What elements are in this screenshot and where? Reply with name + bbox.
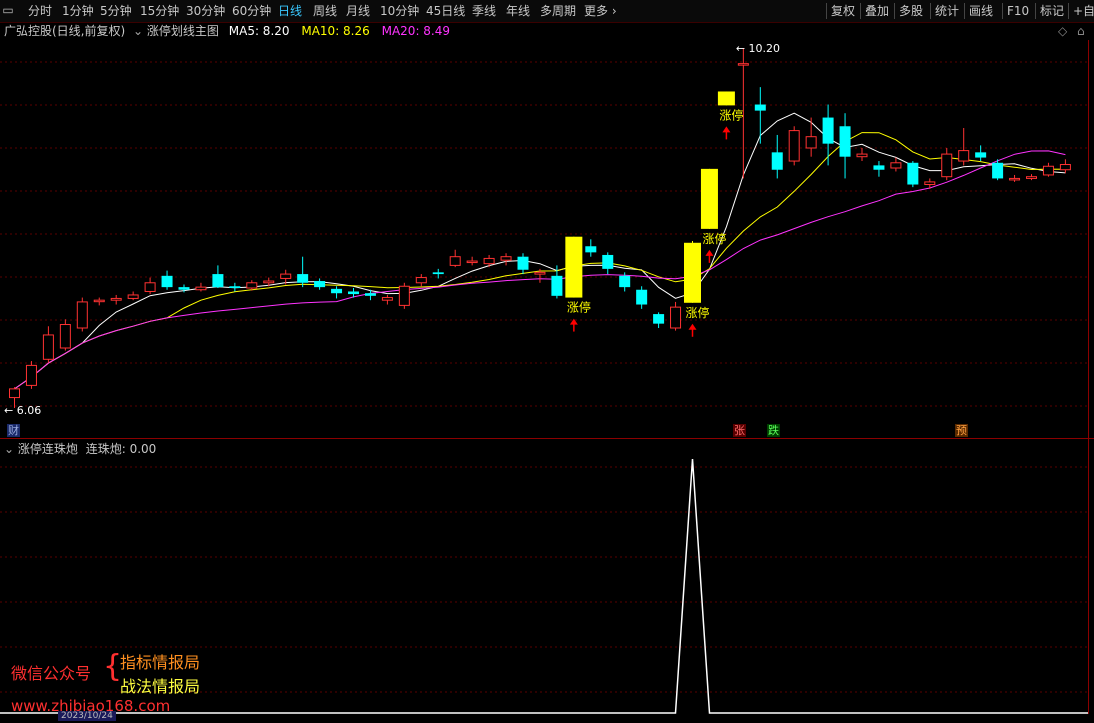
candle-body-30 xyxy=(517,256,529,270)
candle-body-35 xyxy=(602,254,614,269)
candle-body-61 xyxy=(1042,165,1054,176)
candle-body-50 xyxy=(856,153,868,158)
candle-body-56 xyxy=(958,150,970,162)
candle-body-42 xyxy=(717,91,735,106)
candle-body-49 xyxy=(839,126,851,157)
limit-up-label-1: 涨停 xyxy=(686,305,710,320)
candle-body-41 xyxy=(700,168,718,229)
candle-body-54 xyxy=(924,181,936,186)
limit-up-label-3: 涨停 xyxy=(719,107,743,122)
candle-body-46 xyxy=(788,130,800,162)
candle-body-16 xyxy=(280,273,292,279)
candle-body-10 xyxy=(178,287,190,290)
candle-body-51 xyxy=(873,165,885,170)
limit-up-arrow-head-1 xyxy=(688,323,697,330)
candle-body-2 xyxy=(42,334,54,360)
kline-chart[interactable]: 涨停 涨停涨停涨停← 10.20← 6.06 xyxy=(0,0,1094,723)
candle-body-34 xyxy=(585,246,597,253)
candle-body-31 xyxy=(534,271,546,275)
candle-body-59 xyxy=(1009,177,1021,181)
candle-body-22 xyxy=(381,297,393,301)
candle-body-20 xyxy=(348,291,359,295)
high-price-label: ← 10.20 xyxy=(736,42,780,55)
candle-body-45 xyxy=(771,152,783,170)
limit-up-label-0: 涨停 xyxy=(567,300,591,315)
date-strip-label: 2023/10/24 xyxy=(58,711,116,721)
candle-body-58 xyxy=(992,162,1004,179)
candle-body-53 xyxy=(907,162,919,185)
candle-body-57 xyxy=(975,152,987,158)
date-strip: 2023/10/24 xyxy=(0,711,1094,723)
candle-body-38 xyxy=(653,314,665,324)
candle-body-4 xyxy=(76,301,88,329)
candle-body-25 xyxy=(432,272,444,275)
ma5-line xyxy=(14,112,1066,390)
watermark-wechat: 微信公众号 xyxy=(11,664,92,683)
candle-body-18 xyxy=(314,281,326,288)
candle-body-11 xyxy=(195,286,207,291)
candle-body-37 xyxy=(636,289,648,305)
candle-body-1 xyxy=(25,364,37,386)
candle-body-13 xyxy=(229,286,241,288)
candle-body-15 xyxy=(263,280,275,284)
candle-body-44 xyxy=(754,104,766,111)
candle-body-55 xyxy=(941,153,953,178)
watermark-name2: 战法情报局 xyxy=(120,677,201,696)
candle-body-27 xyxy=(466,260,478,264)
limit-up-arrow-head-0 xyxy=(569,318,578,325)
candle-body-19 xyxy=(331,288,343,294)
candle-body-9 xyxy=(161,275,173,288)
candle-body-43 xyxy=(737,63,749,66)
candle-body-21 xyxy=(364,293,376,296)
candle-body-28 xyxy=(483,257,495,265)
candle-body-48 xyxy=(822,117,834,144)
candle-body-6 xyxy=(110,297,122,301)
candle-body-36 xyxy=(619,275,631,288)
candle-body-26 xyxy=(449,256,461,266)
candle-body-40 xyxy=(684,242,701,303)
limit-up-label-2: 涨停 xyxy=(702,231,726,246)
watermark-name1: 指标情报局 xyxy=(120,653,201,672)
candle-body-0 xyxy=(9,388,20,399)
candle-body-33 xyxy=(565,236,583,298)
candle-body-5 xyxy=(93,299,105,303)
candle-body-62 xyxy=(1059,164,1071,171)
candle-body-47 xyxy=(805,136,817,149)
limit-up-arrow-head-2 xyxy=(705,249,714,256)
candle-body-29 xyxy=(500,256,512,261)
candle-body-60 xyxy=(1026,176,1037,179)
candle-body-52 xyxy=(890,162,902,169)
candle-body-17 xyxy=(297,274,309,283)
low-price-label: ← 6.06 xyxy=(4,404,41,417)
limit-up-arrow-head-3 xyxy=(722,126,731,133)
zhang-badge[interactable]: 张 xyxy=(733,424,746,437)
die-badge[interactable]: 跌 xyxy=(767,424,780,437)
candle-body-24 xyxy=(415,277,427,284)
candle-body-14 xyxy=(246,282,258,289)
yu-badge[interactable]: 预 xyxy=(955,424,968,437)
candle-body-12 xyxy=(212,274,224,288)
candle-body-23 xyxy=(398,285,410,306)
finance-badge[interactable]: 财 xyxy=(7,424,20,437)
candle-body-39 xyxy=(670,306,682,329)
candle-body-8 xyxy=(144,282,156,292)
candle-body-32 xyxy=(551,275,563,296)
candle-body-3 xyxy=(59,324,71,349)
candle-body-7 xyxy=(127,294,139,299)
